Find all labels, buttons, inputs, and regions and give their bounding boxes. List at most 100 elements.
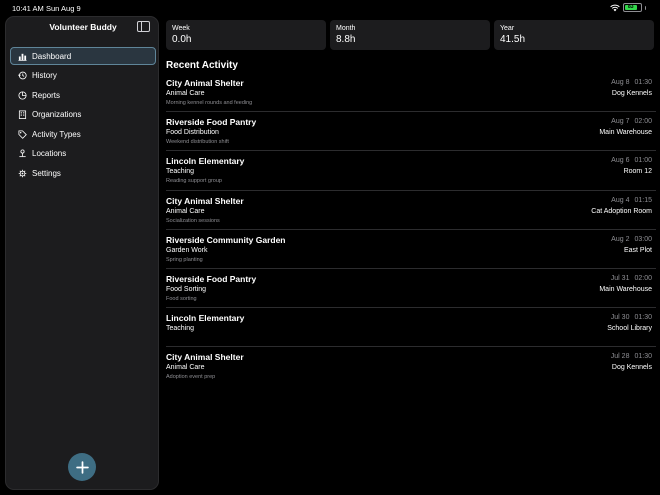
- activity-duration: 01:30: [634, 353, 652, 361]
- activity-location: Dog Kennels: [611, 364, 652, 372]
- stat-value: 41.5h: [500, 34, 526, 45]
- activity-organization: City Animal Shelter: [166, 78, 244, 88]
- status-date: Sun Aug 9: [46, 4, 81, 13]
- activity-type: Garden Work: [166, 246, 208, 254]
- activity-date: Aug 7: [611, 118, 630, 126]
- plus-icon: [75, 460, 89, 474]
- activity-location: East Plot: [623, 246, 652, 254]
- activity-location: School Library: [607, 325, 652, 333]
- sidebar-item-label: Activity Types: [32, 129, 81, 139]
- wifi-icon: [609, 4, 620, 11]
- activity-organization: Riverside Food Pantry: [166, 117, 257, 128]
- activity-type: Animal Care: [166, 207, 205, 215]
- battery-percent: 83: [627, 4, 634, 10]
- sidebar-item-settings[interactable]: Settings: [10, 165, 156, 183]
- activity-date: Jul 28: [610, 353, 630, 361]
- stat-label: Year: [500, 25, 515, 32]
- stats-row: Week 0.0h Month 8.8h Year 41.5h: [166, 20, 654, 50]
- activity-note: Socialization sessions: [166, 217, 220, 224]
- activity-organization: Lincoln Elementary: [166, 313, 245, 324]
- activity-datetime: Aug 6 01:00: [611, 157, 652, 164]
- list-item[interactable]: Lincoln Elementary Teaching Reading supp…: [166, 151, 656, 191]
- activity-organization: Lincoln Elementary: [166, 156, 245, 167]
- stat-label: Month: [336, 25, 356, 32]
- sidebar-nav: Dashboard History Reports Organizations …: [10, 47, 156, 184]
- sidebar-item-label: Locations: [32, 149, 67, 159]
- activity-location: Room 12: [623, 168, 652, 176]
- activity-date: Aug 8: [611, 79, 630, 86]
- sidebar-item-label: Dashboard: [32, 51, 72, 61]
- activity-duration: 01:30: [634, 79, 652, 86]
- activity-duration: 01:00: [634, 157, 652, 165]
- activity-datetime: Aug 7 02:00: [611, 118, 652, 125]
- activity-date: Jul 31: [610, 274, 630, 282]
- activity-datetime: Jul 28 01:30: [611, 353, 652, 360]
- activity-date: Aug 4: [611, 196, 630, 204]
- list-item[interactable]: Riverside Food Pantry Food Distribution …: [166, 112, 656, 152]
- stat-value: 0.0h: [172, 34, 192, 45]
- activity-date: Jul 30: [610, 314, 630, 322]
- building-icon: [17, 110, 27, 120]
- activity-datetime: Jul 30 01:30: [611, 314, 652, 321]
- sidebar-item-locations[interactable]: Locations: [10, 145, 156, 163]
- sidebar-item-dashboard[interactable]: Dashboard: [10, 47, 156, 65]
- activity-datetime: Aug 8 01:30: [611, 79, 652, 86]
- recent-activity-title: Recent Activity: [166, 60, 238, 71]
- stat-card-week: Week 0.0h: [166, 20, 326, 50]
- sidebar-item-label: Reports: [32, 90, 61, 100]
- list-item[interactable]: City Animal Shelter Animal Care Socializ…: [166, 191, 656, 230]
- activity-location: Main Warehouse: [599, 129, 652, 137]
- activity-location: Cat Adoption Room: [591, 207, 652, 215]
- sidebar-item-activity-types[interactable]: Activity Types: [10, 125, 156, 143]
- activity-duration: 02:00: [634, 274, 652, 282]
- activity-type: Animal Care: [166, 364, 205, 372]
- status-time: 10:41 AM: [12, 4, 44, 13]
- activity-note: Adoption event prep: [166, 374, 216, 381]
- sidebar-item-organizations[interactable]: Organizations: [10, 106, 156, 124]
- activity-datetime: Aug 2 03:00: [611, 236, 652, 243]
- stat-card-year: Year 41.5h: [494, 20, 654, 50]
- activity-date: Aug 6: [611, 157, 630, 165]
- activity-date: Aug 2: [611, 235, 630, 243]
- list-item[interactable]: Riverside Food Pantry Food Sorting Food …: [166, 269, 656, 309]
- activity-duration: 01:30: [634, 314, 652, 322]
- sidebar-toggle-icon[interactable]: [137, 21, 150, 32]
- sidebar-item-history[interactable]: History: [10, 67, 156, 85]
- activity-type: Food Sorting: [166, 285, 207, 293]
- battery-icon: 83: [622, 3, 642, 12]
- activity-list: City Animal Shelter Animal Care Morning …: [166, 73, 656, 387]
- list-item[interactable]: Lincoln Elementary Teaching Jul 30 01:30 …: [166, 308, 656, 348]
- activity-note: Food sorting: [166, 295, 197, 302]
- clock-history-icon: [17, 71, 27, 81]
- sidebar-item-reports[interactable]: Reports: [10, 86, 156, 104]
- sidebar-item-label: Settings: [32, 169, 61, 179]
- list-item[interactable]: Riverside Community Garden Garden Work S…: [166, 230, 656, 269]
- activity-organization: Riverside Community Garden: [166, 234, 286, 245]
- chart-bar-icon: [17, 51, 27, 61]
- list-item[interactable]: City Animal Shelter Animal Care Adoption…: [166, 347, 656, 386]
- activity-organization: Riverside Food Pantry: [166, 273, 257, 284]
- status-bar: 10:41 AM Sun Aug 9 83: [0, 0, 660, 16]
- activity-organization: City Animal Shelter: [166, 195, 244, 206]
- stat-card-month: Month 8.8h: [330, 20, 490, 50]
- list-item[interactable]: City Animal Shelter Animal Care Morning …: [166, 73, 656, 113]
- status-indicators: 83: [609, 3, 646, 12]
- activity-type: Teaching: [166, 325, 195, 333]
- activity-duration: 03:00: [634, 235, 652, 243]
- activity-datetime: Jul 31 02:00: [611, 275, 652, 282]
- gear-icon: [17, 169, 27, 179]
- add-entry-button[interactable]: [68, 453, 96, 481]
- activity-type: Animal Care: [166, 90, 205, 97]
- sidebar: Volunteer Buddy Dashboard History Report…: [5, 16, 159, 490]
- reports-icon: [17, 90, 27, 100]
- activity-note: Weekend distribution shift: [166, 139, 229, 146]
- activity-organization: City Animal Shelter: [166, 352, 244, 363]
- activity-note: Spring planting: [166, 256, 203, 263]
- activity-duration: 01:15: [634, 196, 652, 204]
- activity-location: Dog Kennels: [611, 90, 652, 97]
- sidebar-item-label: Organizations: [32, 110, 82, 120]
- sidebar-item-label: History: [32, 71, 57, 81]
- activity-duration: 02:00: [634, 118, 652, 126]
- stat-value: 8.8h: [336, 34, 356, 45]
- activity-location: Main Warehouse: [599, 285, 652, 293]
